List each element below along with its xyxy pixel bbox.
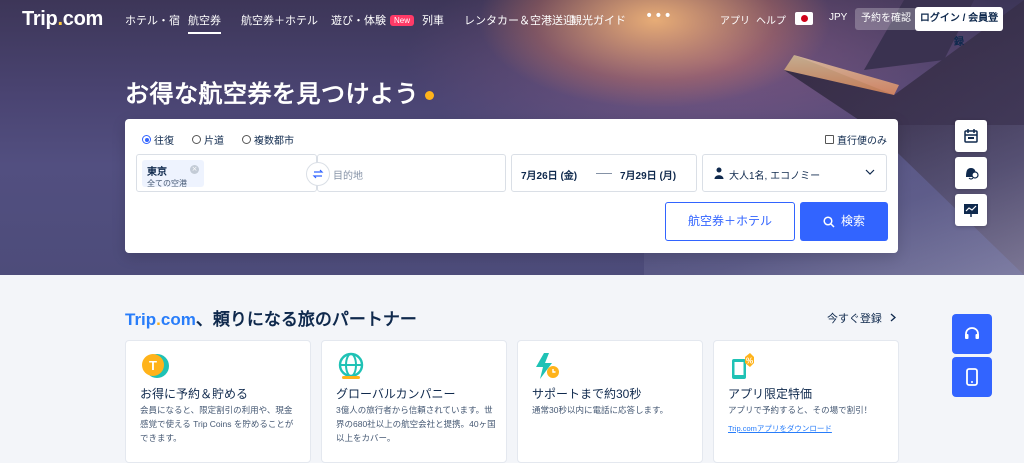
nav-item-activities[interactable]: 遊び・体験 New [331, 12, 415, 28]
feature-desc: 3億人の旅行者から信頼されています。世界の680社以上の航空会社と提携。40ヶ国… [336, 405, 496, 443]
feature-title: サポートまで約30秒 [532, 387, 642, 401]
depart-date: 7月26日 (金) [521, 171, 578, 182]
currency-selector[interactable]: JPY [829, 12, 847, 23]
coin-icon: T [142, 354, 169, 378]
passenger-field[interactable]: 大人1名, エコノミー [702, 154, 887, 192]
return-date: 7月29日 (月) [620, 171, 677, 182]
login-register-button[interactable]: ログイン / 会員登録 [915, 7, 1003, 48]
feature-desc: 会員になると、限定割引の利用や、現金感覚で使える Trip Coins を貯める… [140, 405, 294, 443]
flight-hotel-button[interactable]: 航空券＋ホテル [665, 202, 795, 241]
calendar-icon[interactable] [955, 120, 987, 152]
customer-support-icon[interactable] [952, 314, 992, 354]
clear-icon[interactable]: × [190, 165, 199, 174]
trip-logo[interactable]: Trip.com [22, 8, 103, 31]
chevron-down-icon [865, 169, 875, 175]
date-separator [596, 173, 612, 174]
svg-text:%: % [746, 357, 753, 366]
direct-only-checkbox[interactable]: 直行便のみ [825, 132, 887, 147]
origin-sub: 全ての空港 [147, 179, 187, 188]
partner-title-text: 、頼りになる旅のパートナー [195, 310, 417, 329]
feature-title: アプリ限定特価 [728, 387, 813, 401]
search-icon [823, 215, 835, 228]
nav-app-link[interactable]: アプリ [720, 12, 750, 27]
more-icon[interactable]: ••• [645, 8, 673, 24]
nav-item-car-rental[interactable]: レンタカー＆空港送迎 [464, 12, 574, 28]
feature-card-global: グローバルカンパニー 3億人の旅行者から信頼されています。世界の680社以上の航… [321, 340, 507, 463]
top-nav: Trip.com ホテル・宿 航空券 航空券＋ホテル 遊び・体験 New 列車 レ… [0, 0, 1024, 48]
feature-title: グローバルカンパニー [336, 387, 456, 401]
register-now-link[interactable]: 今すぐ登録 [827, 310, 897, 326]
nav-item-guide[interactable]: 観光ガイド [571, 12, 626, 28]
feature-card-support: サポートまで約30秒 通常30秒以内に電話に応答します。 [517, 340, 703, 463]
partner-brand: Trip [125, 310, 157, 329]
passenger-summary: 大人1名, エコノミー [729, 171, 821, 182]
nav-item-flights[interactable]: 航空券 [188, 12, 221, 34]
nav-item-activities-label: 遊び・体験 [331, 15, 386, 27]
mobile-app-icon[interactable] [952, 357, 992, 397]
svg-text:T: T [149, 358, 157, 373]
japan-flag-icon[interactable] [795, 12, 813, 25]
feature-card-app: % アプリ限定特価 アプリで予約すると、その場で割引！ Trip.comアプリを… [713, 340, 899, 463]
partner-brand-tail: com [160, 310, 196, 329]
app-download-link[interactable]: Trip.comアプリをダウンロード [728, 423, 832, 434]
search-button-label: 検索 [840, 214, 865, 228]
register-now-label: 今すぐ登録 [826, 313, 882, 325]
feature-desc: 通常30秒以内に電話に応答します。 [532, 405, 669, 415]
trip-type-roundtrip[interactable]: 往復 [142, 132, 174, 147]
nav-item-hotels[interactable]: ホテル・宿 [125, 12, 180, 28]
feature-card-rewards: T お得に予約＆貯める 会員になると、限定割引の利用や、現金感覚で使える Tri… [125, 340, 311, 463]
new-badge: New [390, 15, 415, 26]
origin-chip[interactable]: 東京 全ての空港 × [142, 160, 204, 188]
search-button[interactable]: 検索 [800, 202, 888, 241]
feature-title: お得に予約＆貯める [140, 387, 249, 401]
chevron-right-icon [890, 313, 896, 322]
trend-chart-icon[interactable] [955, 194, 987, 226]
flight-search-card: 往復 片道 複数都市 直行便のみ 東京 全ての空港 × 目的地 7月26日 (金… [125, 119, 898, 253]
partner-section: Trip.com、頼りになる旅のパートナー 今すぐ登録 T お得に予約＆貯める … [0, 275, 1024, 463]
trip-type-group: 往復 片道 複数都市 [142, 132, 294, 147]
hero-headline-text: お得な航空券を見つけよう [125, 81, 419, 108]
trip-type-multicity[interactable]: 複数都市 [242, 132, 294, 147]
destination-placeholder: 目的地 [333, 171, 363, 182]
check-booking-button[interactable]: 予約を確認 [855, 8, 917, 30]
destination-field[interactable]: 目的地 [317, 154, 506, 192]
lightning-clock-icon [536, 353, 559, 379]
price-alert-icon[interactable] [955, 157, 987, 189]
feature-desc: アプリで予約すると、その場で割引！ [728, 405, 873, 415]
date-field[interactable]: 7月26日 (金) 7月29日 (月) [511, 154, 697, 192]
nav-item-trains[interactable]: 列車 [422, 12, 444, 28]
nav-help-link[interactable]: ヘルプ [756, 12, 786, 27]
nav-item-flight-hotel[interactable]: 航空券＋ホテル [241, 12, 318, 28]
partner-title: Trip.com、頼りになる旅のパートナー [125, 305, 417, 330]
person-icon [714, 167, 724, 179]
headline-dot [425, 91, 434, 100]
hero-headline: お得な航空券を見つけよう [125, 74, 434, 109]
app-discount-icon: % [732, 353, 754, 379]
origin-field[interactable]: 東京 全ての空港 × [136, 154, 317, 192]
trip-type-oneway[interactable]: 片道 [192, 132, 224, 147]
swap-icon[interactable] [306, 162, 330, 186]
globe-icon [338, 352, 364, 379]
